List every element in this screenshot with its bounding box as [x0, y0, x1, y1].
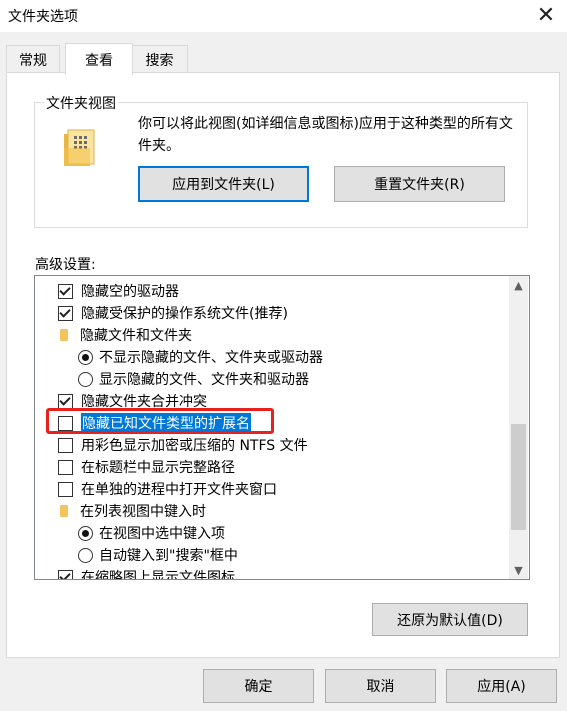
checkbox[interactable] [58, 305, 73, 321]
folder-icon [60, 505, 68, 517]
list-item[interactable]: 用彩色显示加密或压缩的 NTFS 文件 [58, 434, 308, 456]
checkbox[interactable] [58, 459, 73, 475]
folder-views-title: 文件夹视图 [44, 93, 118, 113]
list-scrollbar[interactable]: ▲ ▼ [509, 276, 528, 579]
radio-button[interactable] [78, 525, 93, 541]
item-label: 在缩略图上显示文件图标 [81, 570, 235, 580]
item-label: 显示隐藏的文件、文件夹和驱动器 [99, 372, 309, 388]
list-item: 隐藏文件和文件夹 [60, 324, 192, 346]
list-item[interactable]: 在视图中选中键入项 [78, 522, 225, 544]
list-item: 在列表视图中键入时 [60, 500, 206, 522]
checkbox[interactable] [58, 283, 73, 299]
item-label: 用彩色显示加密或压缩的 NTFS 文件 [81, 438, 308, 454]
cancel-button[interactable]: 取消 [325, 669, 436, 703]
window-title: 文件夹选项 [8, 9, 78, 25]
advanced-settings-label: 高级设置: [35, 257, 96, 273]
tab-general[interactable]: 常规 [6, 45, 60, 73]
scroll-thumb[interactable] [511, 424, 526, 530]
radio-button[interactable] [78, 547, 93, 563]
apply-to-folders-button[interactable]: 应用到文件夹(L) [138, 166, 309, 202]
radio-button[interactable] [78, 371, 93, 387]
item-label: 在单独的进程中打开文件夹窗口 [81, 482, 277, 498]
folder-icon [60, 329, 68, 341]
list-item[interactable]: 隐藏受保护的操作系统文件(推荐) [58, 302, 288, 324]
folder-view-icon [62, 128, 98, 172]
scroll-down-icon[interactable]: ▼ [509, 561, 528, 579]
restore-defaults-button[interactable]: 还原为默认值(D) [372, 603, 528, 636]
title-bar [0, 0, 567, 32]
reset-folders-button[interactable]: 重置文件夹(R) [334, 166, 505, 202]
item-label: 自动键入到"搜索"框中 [99, 548, 238, 564]
folder-views-description: 你可以将此视图(如详细信息或图标)应用于这种类型的所有文件夹。 [138, 116, 513, 154]
list-item[interactable]: 在标题栏中显示完整路径 [58, 456, 235, 478]
scroll-up-icon[interactable]: ▲ [509, 276, 528, 294]
highlight-annotation [46, 408, 274, 434]
apply-button[interactable]: 应用(A) [446, 669, 557, 703]
close-icon[interactable]: ✕ [526, 0, 566, 30]
checkbox[interactable] [58, 569, 73, 579]
item-label: 隐藏受保护的操作系统文件(推荐) [81, 306, 288, 322]
tab-search[interactable]: 搜索 [131, 45, 188, 73]
list-item[interactable]: 自动键入到"搜索"框中 [78, 544, 238, 566]
radio-button[interactable] [78, 349, 93, 365]
tab-view[interactable]: 查看 [65, 43, 133, 75]
list-item[interactable]: 隐藏空的驱动器 [58, 280, 179, 302]
item-label: 隐藏空的驱动器 [81, 284, 179, 300]
list-item[interactable]: 不显示隐藏的文件、文件夹或驱动器 [78, 346, 323, 368]
item-label: 在标题栏中显示完整路径 [81, 460, 235, 476]
checkbox[interactable] [58, 437, 73, 453]
list-item[interactable]: 显示隐藏的文件、文件夹和驱动器 [78, 368, 309, 390]
item-label: 隐藏文件和文件夹 [80, 328, 192, 344]
item-label: 在视图中选中键入项 [99, 526, 225, 542]
list-item[interactable]: 在缩略图上显示文件图标 [58, 566, 235, 580]
ok-button[interactable]: 确定 [203, 669, 314, 703]
list-item[interactable]: 在单独的进程中打开文件夹窗口 [58, 478, 277, 500]
checkbox[interactable] [58, 481, 73, 497]
item-label: 不显示隐藏的文件、文件夹或驱动器 [99, 350, 323, 366]
item-label: 在列表视图中键入时 [80, 504, 206, 520]
checkbox[interactable] [58, 393, 73, 409]
